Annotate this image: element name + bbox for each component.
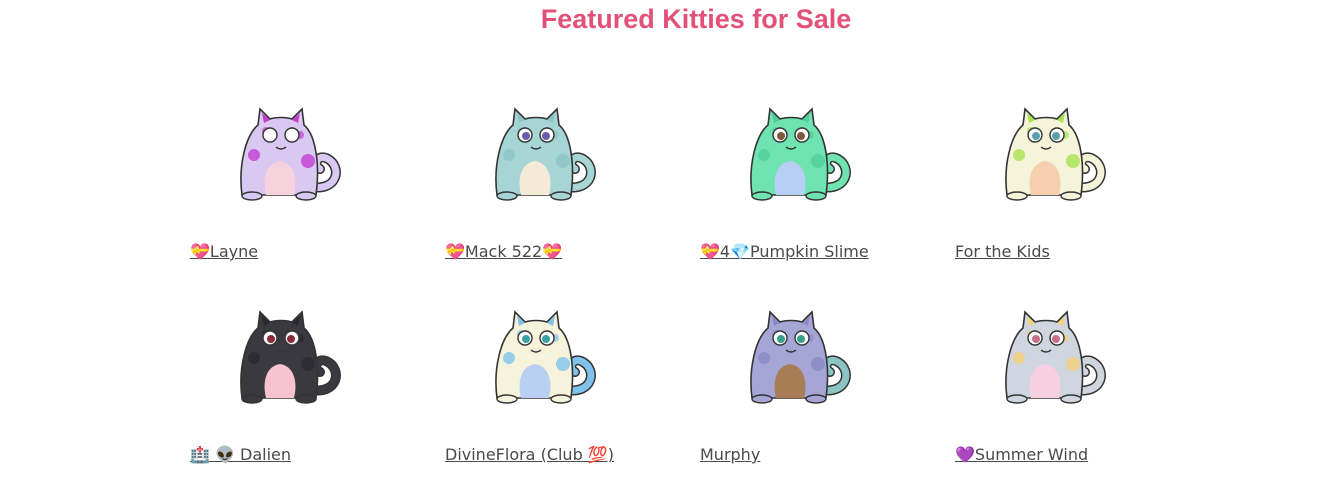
kitty-grey-horned-icon: [1005, 310, 1106, 404]
kitty-card[interactable]: 🏥 👽 Dalien: [190, 298, 430, 488]
kitty-name-link[interactable]: 💜Summer Wind: [955, 445, 1088, 464]
kitty-card[interactable]: For the Kids: [955, 95, 1195, 285]
kitty-name-link[interactable]: 💝4💎Pumpkin Slime: [700, 242, 869, 261]
kitty-name-link[interactable]: 💝Mack 522💝: [445, 242, 562, 261]
kitty-name-link[interactable]: For the Kids: [955, 242, 1050, 261]
kitty-name-link[interactable]: 🏥 👽 Dalien: [190, 445, 291, 464]
kitty-image[interactable]: [220, 298, 350, 413]
kitty-blue-striped-icon: [495, 310, 596, 404]
kitty-card[interactable]: 💝Layne: [190, 95, 430, 285]
kitty-card[interactable]: DivineFlora (Club 💯): [445, 298, 685, 488]
kitty-image[interactable]: [985, 298, 1115, 413]
kitty-teal-icon: [495, 107, 596, 201]
kitty-image[interactable]: [475, 298, 605, 413]
kitty-card[interactable]: Murphy: [700, 298, 940, 488]
kitty-name-link[interactable]: Murphy: [700, 445, 760, 464]
kitty-lime-spotted-icon: [1005, 107, 1106, 201]
section-title: Featured Kitties for Sale: [540, 4, 852, 34]
kitty-black-icon: [240, 310, 341, 404]
kitty-image[interactable]: [220, 95, 350, 210]
kitty-lavender-icon: [750, 310, 851, 404]
kitty-image[interactable]: [475, 95, 605, 210]
kitty-image[interactable]: [730, 95, 860, 210]
kitty-name-link[interactable]: 💝Layne: [190, 242, 258, 261]
kitty-image[interactable]: [985, 95, 1115, 210]
kitty-mint-icon: [750, 107, 851, 201]
kitty-card[interactable]: 💝Mack 522💝: [445, 95, 685, 285]
kitty-image[interactable]: [730, 298, 860, 413]
kitty-purple-spotted-icon: [240, 107, 341, 201]
kitty-card[interactable]: 💝4💎Pumpkin Slime: [700, 95, 940, 285]
kitty-card[interactable]: 💜Summer Wind: [955, 298, 1195, 488]
kitty-name-link[interactable]: DivineFlora (Club 💯): [445, 445, 614, 464]
